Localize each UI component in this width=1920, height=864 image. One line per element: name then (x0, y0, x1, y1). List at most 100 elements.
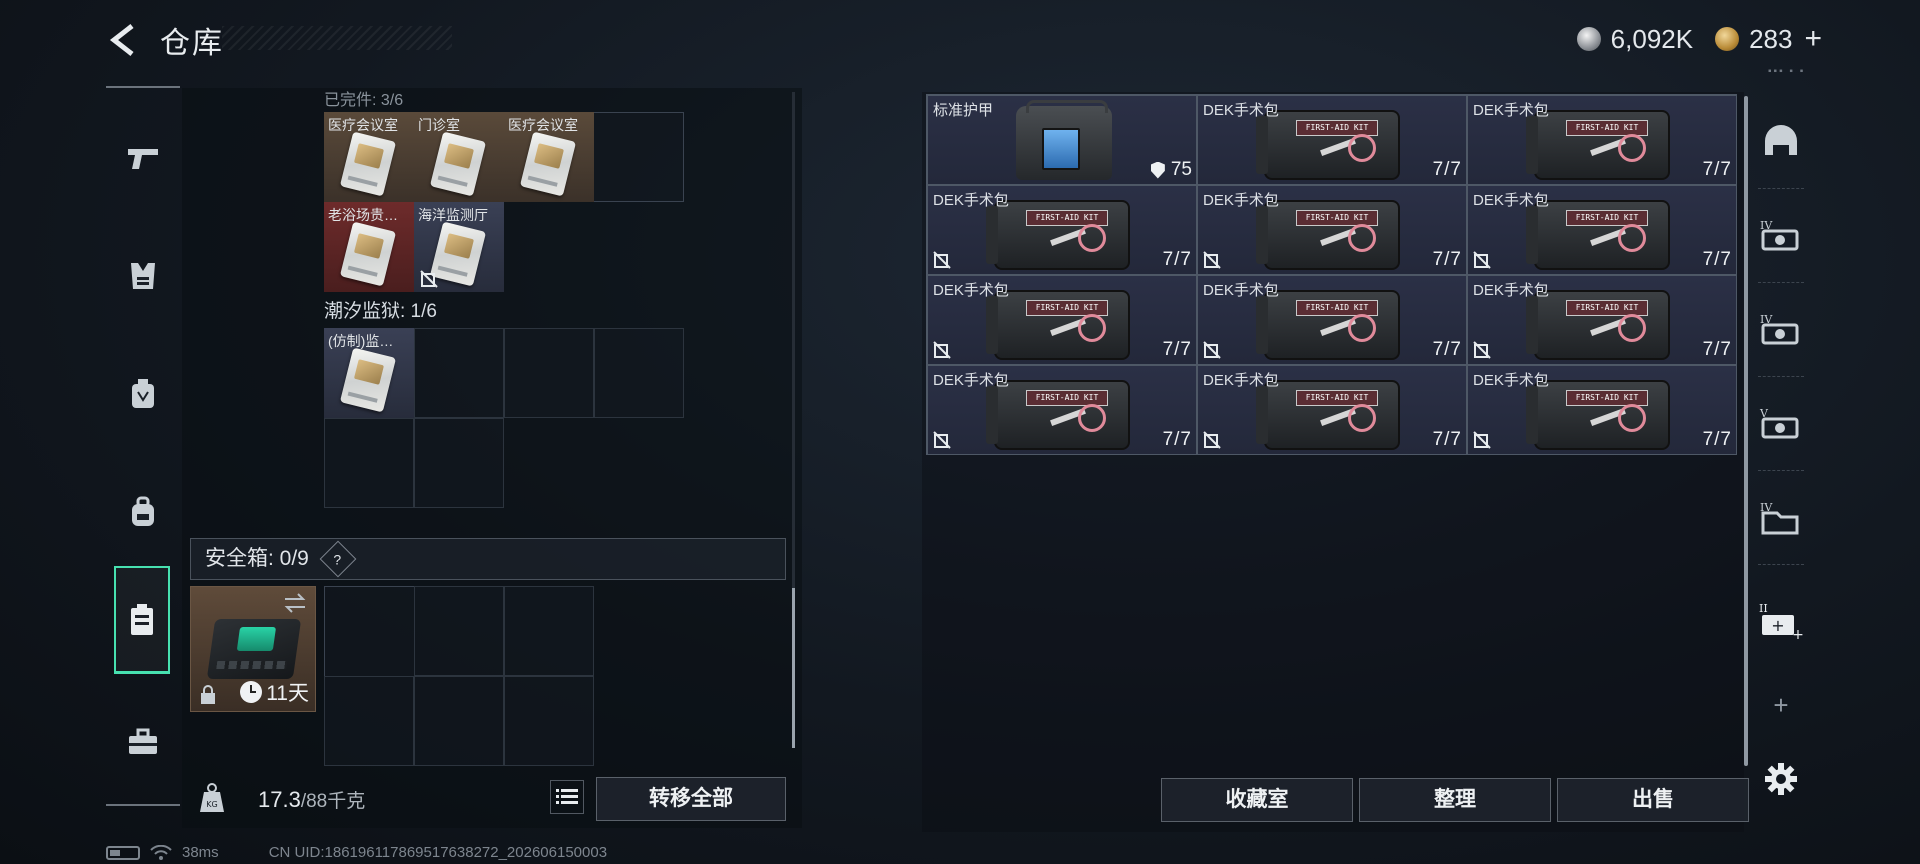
rail-indicator: ▪▪▪ ▪ ▪ (1768, 66, 1806, 77)
medkit-slot[interactable]: DEK手术包 7/7 (1467, 95, 1737, 185)
keycard-icon (429, 221, 487, 287)
settings-button[interactable] (1756, 754, 1806, 804)
sell-button[interactable]: 出售 (1557, 778, 1749, 822)
container-section-label: 已完件: 3/6 (324, 92, 404, 109)
item-count: 7/7 (1702, 249, 1732, 270)
add-stash-page-button[interactable]: + (1756, 680, 1806, 730)
keycard-item[interactable]: 医疗会议室 (504, 112, 594, 202)
silver-coin-icon (1576, 27, 1601, 51)
empty-slot[interactable] (504, 328, 594, 418)
organize-button[interactable]: 整理 (1359, 778, 1551, 822)
item-count: 7/7 (1702, 429, 1732, 450)
nav-rule-bottom (106, 804, 180, 806)
rail-item-expand[interactable]: II + + (1756, 596, 1806, 646)
armor-durability: 75 (1150, 159, 1192, 181)
rail-item-stash-4[interactable]: IV (1756, 210, 1806, 260)
medkit-slot[interactable]: DEK手术包 7/7 (1197, 365, 1467, 455)
nav-item-backpack[interactable] (114, 462, 172, 562)
weight-current: 17.3 (258, 787, 301, 812)
rail-divider (1758, 564, 1804, 565)
rail-item-folder-4[interactable]: IV (1756, 492, 1806, 542)
nav-item-rig[interactable] (114, 344, 172, 444)
nav-item-weapon[interactable] (114, 108, 172, 208)
svg-text:+: + (1792, 627, 1804, 641)
stash-tier-4-icon: IV (1760, 219, 1799, 251)
item-name: DEK手术包 (933, 192, 1009, 209)
medkit-slot[interactable]: DEK手术包 7/7 (1197, 275, 1467, 365)
pistol-icon (128, 149, 158, 169)
battery-icon (106, 845, 140, 860)
empty-slot[interactable] (414, 328, 504, 418)
collection-room-button[interactable]: 收藏室 (1161, 778, 1353, 822)
toolbox-icon (129, 728, 157, 754)
item-name: DEK手术包 (1203, 282, 1279, 299)
first-aid-kit-icon (986, 200, 1130, 270)
empty-slot[interactable] (324, 418, 414, 508)
keycard-icon (429, 131, 487, 197)
help-button[interactable]: ? (319, 541, 357, 578)
no-share-icon (1473, 341, 1491, 359)
item-name: 老浴场贵… (328, 207, 398, 223)
page-title: 仓库 (160, 26, 224, 61)
secure-case-item[interactable]: 11天 (190, 586, 316, 712)
keycard-item[interactable]: 门诊室 (414, 112, 504, 202)
weight-readout: 17.3/88千克 (258, 786, 365, 813)
medkit-slot[interactable]: DEK手术包 7/7 (1197, 185, 1467, 275)
item-name: DEK手术包 (1203, 192, 1279, 209)
keycard-item[interactable]: 医疗会议室 (324, 112, 414, 202)
no-share-icon (1473, 431, 1491, 449)
medkit-slot[interactable]: DEK手术包 7/7 (927, 275, 1197, 365)
rail-item-helmet[interactable] (1756, 116, 1806, 166)
no-share-icon (933, 251, 951, 269)
gold-coin-icon (1715, 27, 1740, 51)
keycard-item[interactable]: 老浴场贵… (324, 202, 414, 292)
stash-grid: 标准护甲 75 DEK手术包 7/7 DEK手术包 7/7 DEK手术包 7/7… (926, 94, 1737, 455)
equipment-nav (106, 86, 180, 806)
ping-readout: 38ms (182, 844, 219, 861)
empty-slot[interactable] (504, 586, 594, 676)
medkit-slot[interactable]: DEK手术包 7/7 (927, 185, 1197, 275)
item-name: 门诊室 (418, 117, 460, 133)
nav-item-armor[interactable] (114, 226, 172, 326)
shield-icon (1150, 161, 1165, 179)
rail-item-stash-4b[interactable]: IV (1756, 304, 1806, 354)
medkit-slot[interactable]: DEK手术包 7/7 (927, 365, 1197, 455)
keycard-item[interactable]: (仿制)监… (324, 328, 414, 418)
currency-secondary: 283 (1749, 23, 1793, 54)
armor-value: 75 (1170, 159, 1192, 180)
item-name: DEK手术包 (1473, 192, 1549, 209)
medkit-slot[interactable]: DEK手术包 7/7 (1467, 365, 1737, 455)
list-view-button[interactable] (550, 780, 584, 814)
safe-box-header: 安全箱: 0/9 ? (190, 538, 786, 580)
add-currency-button[interactable]: + (1804, 22, 1822, 56)
swap-icon[interactable] (283, 593, 307, 613)
nav-item-tools[interactable] (114, 692, 172, 792)
container-scrollbar-thumb[interactable] (792, 588, 795, 748)
item-count: 7/7 (1432, 159, 1462, 180)
transfer-all-button[interactable]: 转移全部 (596, 777, 786, 821)
stash-page-rail: IV IV V IV II + + + (1752, 92, 1808, 812)
empty-slot[interactable] (594, 328, 684, 418)
empty-slot[interactable] (414, 586, 504, 676)
first-aid-kit-icon (1526, 110, 1670, 180)
empty-slot[interactable] (414, 676, 504, 766)
stash-scrollbar[interactable] (1744, 96, 1748, 766)
no-share-icon (1203, 341, 1221, 359)
item-name: DEK手术包 (1473, 102, 1549, 119)
medkit-slot[interactable]: DEK手术包 7/7 (1467, 185, 1737, 275)
keycard-item[interactable]: 海洋监测厅 (414, 202, 504, 292)
empty-slot[interactable] (414, 418, 504, 508)
empty-slot[interactable] (324, 676, 414, 766)
keycard-icon (519, 131, 577, 197)
helmet-icon (1765, 125, 1797, 155)
timer-text: 11天 (266, 682, 309, 705)
medkit-slot[interactable]: DEK手术包 7/7 (1467, 275, 1737, 365)
medkit-slot[interactable]: DEK手术包 7/7 (1197, 95, 1467, 185)
item-name: DEK手术包 (933, 282, 1009, 299)
armor-slot[interactable]: 标准护甲 75 (927, 95, 1197, 185)
rail-item-stash-5[interactable]: V (1756, 398, 1806, 448)
first-aid-kit-icon (1526, 290, 1670, 360)
empty-slot[interactable] (504, 676, 594, 766)
nav-item-secure-container[interactable] (114, 566, 170, 674)
back-arrow-icon[interactable] (104, 20, 144, 60)
